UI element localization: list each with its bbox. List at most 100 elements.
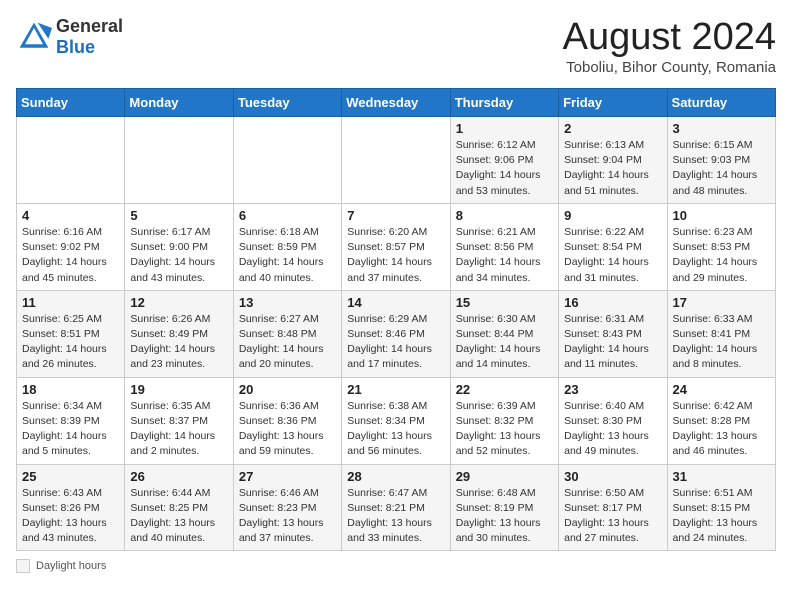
day-info: Sunrise: 6:15 AM Sunset: 9:03 PM Dayligh… — [673, 138, 770, 199]
day-info: Sunrise: 6:48 AM Sunset: 8:19 PM Dayligh… — [456, 486, 553, 547]
calendar-cell: 31 Sunrise: 6:51 AM Sunset: 8:15 PM Dayli… — [667, 464, 775, 551]
day-number: 19 — [130, 382, 227, 397]
day-number: 31 — [673, 469, 770, 484]
day-info: Sunrise: 6:35 AM Sunset: 8:37 PM Dayligh… — [130, 399, 227, 460]
day-info: Sunrise: 6:18 AM Sunset: 8:59 PM Dayligh… — [239, 225, 336, 286]
day-number: 17 — [673, 295, 770, 310]
header-day-tuesday: Tuesday — [233, 89, 341, 117]
title-area: August 2024 Toboliu, Bihor County, Roman… — [563, 16, 776, 76]
calendar-cell: 15 Sunrise: 6:30 AM Sunset: 8:44 PM Dayli… — [450, 290, 558, 377]
week-row-2: 4Sunrise: 6:16 AM Sunset: 9:02 PM Daylig… — [17, 203, 776, 290]
day-info: Sunrise: 6:47 AM Sunset: 8:21 PM Dayligh… — [347, 486, 444, 547]
calendar-cell: 25 Sunrise: 6:43 AM Sunset: 8:26 PM Dayli… — [17, 464, 125, 551]
calendar-cell: 29 Sunrise: 6:48 AM Sunset: 8:19 PM Dayli… — [450, 464, 558, 551]
day-number: 26 — [130, 469, 227, 484]
day-number: 23 — [564, 382, 661, 397]
calendar-cell: 28 Sunrise: 6:47 AM Sunset: 8:21 PM Dayli… — [342, 464, 450, 551]
calendar-cell: 7Sunrise: 6:20 AM Sunset: 8:57 PM Daylig… — [342, 203, 450, 290]
header-day-sunday: Sunday — [17, 89, 125, 117]
logo-blue-text: Blue — [56, 37, 123, 58]
day-info: Sunrise: 6:51 AM Sunset: 8:15 PM Dayligh… — [673, 486, 770, 547]
week-row-4: 18 Sunrise: 6:34 AM Sunset: 8:39 PM Dayli… — [17, 377, 776, 464]
logo: General Blue — [16, 16, 123, 58]
day-number: 25 — [22, 469, 119, 484]
calendar-table: SundayMondayTuesdayWednesdayThursdayFrid… — [16, 88, 776, 551]
calendar-body: 1 Sunrise: 6:12 AM Sunset: 9:06 PM Daylig… — [17, 117, 776, 551]
day-number: 28 — [347, 469, 444, 484]
day-number: 21 — [347, 382, 444, 397]
day-number: 1 — [456, 121, 553, 136]
header-day-saturday: Saturday — [667, 89, 775, 117]
day-info: Sunrise: 6:30 AM Sunset: 8:44 PM Dayligh… — [456, 312, 553, 373]
calendar-cell — [125, 117, 233, 204]
day-info: Sunrise: 6:46 AM Sunset: 8:23 PM Dayligh… — [239, 486, 336, 547]
calendar-header: SundayMondayTuesdayWednesdayThursdayFrid… — [17, 89, 776, 117]
calendar-cell: 2 Sunrise: 6:13 AM Sunset: 9:04 PM Daylig… — [559, 117, 667, 204]
calendar-cell: 23Sunrise: 6:40 AM Sunset: 8:30 PM Dayli… — [559, 377, 667, 464]
day-info: Sunrise: 6:39 AM Sunset: 8:32 PM Dayligh… — [456, 399, 553, 460]
calendar-cell: 16Sunrise: 6:31 AM Sunset: 8:43 PM Dayli… — [559, 290, 667, 377]
header: General Blue August 2024 Toboliu, Bihor … — [16, 16, 776, 76]
day-number: 16 — [564, 295, 661, 310]
calendar-cell — [233, 117, 341, 204]
day-number: 5 — [130, 208, 227, 223]
calendar-cell: 24 Sunrise: 6:42 AM Sunset: 8:28 PM Dayli… — [667, 377, 775, 464]
day-number: 6 — [239, 208, 336, 223]
calendar-cell: 19 Sunrise: 6:35 AM Sunset: 8:37 PM Dayli… — [125, 377, 233, 464]
day-number: 2 — [564, 121, 661, 136]
calendar-cell: 26 Sunrise: 6:44 AM Sunset: 8:25 PM Dayli… — [125, 464, 233, 551]
day-number: 22 — [456, 382, 553, 397]
calendar-cell: 5Sunrise: 6:17 AM Sunset: 9:00 PM Daylig… — [125, 203, 233, 290]
week-row-5: 25 Sunrise: 6:43 AM Sunset: 8:26 PM Dayli… — [17, 464, 776, 551]
calendar-cell: 4Sunrise: 6:16 AM Sunset: 9:02 PM Daylig… — [17, 203, 125, 290]
calendar-cell: 12 Sunrise: 6:26 AM Sunset: 8:49 PM Dayli… — [125, 290, 233, 377]
day-number: 20 — [239, 382, 336, 397]
calendar-cell: 17 Sunrise: 6:33 AM Sunset: 8:41 PM Dayli… — [667, 290, 775, 377]
calendar-cell: 22 Sunrise: 6:39 AM Sunset: 8:32 PM Dayli… — [450, 377, 558, 464]
day-info: Sunrise: 6:50 AM Sunset: 8:17 PM Dayligh… — [564, 486, 661, 547]
day-number: 11 — [22, 295, 119, 310]
day-number: 10 — [673, 208, 770, 223]
calendar-cell: 8Sunrise: 6:21 AM Sunset: 8:56 PM Daylig… — [450, 203, 558, 290]
day-info: Sunrise: 6:26 AM Sunset: 8:49 PM Dayligh… — [130, 312, 227, 373]
day-info: Sunrise: 6:22 AM Sunset: 8:54 PM Dayligh… — [564, 225, 661, 286]
day-info: Sunrise: 6:12 AM Sunset: 9:06 PM Dayligh… — [456, 138, 553, 199]
calendar-cell: 14Sunrise: 6:29 AM Sunset: 8:46 PM Dayli… — [342, 290, 450, 377]
day-info: Sunrise: 6:34 AM Sunset: 8:39 PM Dayligh… — [22, 399, 119, 460]
calendar-cell: 9 Sunrise: 6:22 AM Sunset: 8:54 PM Daylig… — [559, 203, 667, 290]
calendar-cell: 10Sunrise: 6:23 AM Sunset: 8:53 PM Dayli… — [667, 203, 775, 290]
header-day-wednesday: Wednesday — [342, 89, 450, 117]
calendar-cell: 21Sunrise: 6:38 AM Sunset: 8:34 PM Dayli… — [342, 377, 450, 464]
calendar-cell — [17, 117, 125, 204]
day-number: 7 — [347, 208, 444, 223]
day-info: Sunrise: 6:29 AM Sunset: 8:46 PM Dayligh… — [347, 312, 444, 373]
day-info: Sunrise: 6:33 AM Sunset: 8:41 PM Dayligh… — [673, 312, 770, 373]
logo-general-text: General — [56, 16, 123, 37]
day-info: Sunrise: 6:16 AM Sunset: 9:02 PM Dayligh… — [22, 225, 119, 286]
day-info: Sunrise: 6:36 AM Sunset: 8:36 PM Dayligh… — [239, 399, 336, 460]
calendar-cell: 1 Sunrise: 6:12 AM Sunset: 9:06 PM Daylig… — [450, 117, 558, 204]
calendar-cell: 20 Sunrise: 6:36 AM Sunset: 8:36 PM Dayli… — [233, 377, 341, 464]
day-info: Sunrise: 6:44 AM Sunset: 8:25 PM Dayligh… — [130, 486, 227, 547]
day-info: Sunrise: 6:27 AM Sunset: 8:48 PM Dayligh… — [239, 312, 336, 373]
day-number: 12 — [130, 295, 227, 310]
day-info: Sunrise: 6:43 AM Sunset: 8:26 PM Dayligh… — [22, 486, 119, 547]
day-number: 15 — [456, 295, 553, 310]
month-title: August 2024 — [563, 16, 776, 59]
header-day-thursday: Thursday — [450, 89, 558, 117]
day-info: Sunrise: 6:21 AM Sunset: 8:56 PM Dayligh… — [456, 225, 553, 286]
day-number: 30 — [564, 469, 661, 484]
day-info: Sunrise: 6:13 AM Sunset: 9:04 PM Dayligh… — [564, 138, 661, 199]
calendar-cell: 27Sunrise: 6:46 AM Sunset: 8:23 PM Dayli… — [233, 464, 341, 551]
calendar-cell: 13Sunrise: 6:27 AM Sunset: 8:48 PM Dayli… — [233, 290, 341, 377]
day-number: 9 — [564, 208, 661, 223]
day-number: 18 — [22, 382, 119, 397]
day-number: 29 — [456, 469, 553, 484]
calendar-cell: 30 Sunrise: 6:50 AM Sunset: 8:17 PM Dayli… — [559, 464, 667, 551]
day-info: Sunrise: 6:42 AM Sunset: 8:28 PM Dayligh… — [673, 399, 770, 460]
subtitle: Toboliu, Bihor County, Romania — [563, 59, 776, 76]
calendar-cell — [342, 117, 450, 204]
day-number: 24 — [673, 382, 770, 397]
week-row-1: 1 Sunrise: 6:12 AM Sunset: 9:06 PM Daylig… — [17, 117, 776, 204]
footer: Daylight hours — [16, 559, 776, 573]
